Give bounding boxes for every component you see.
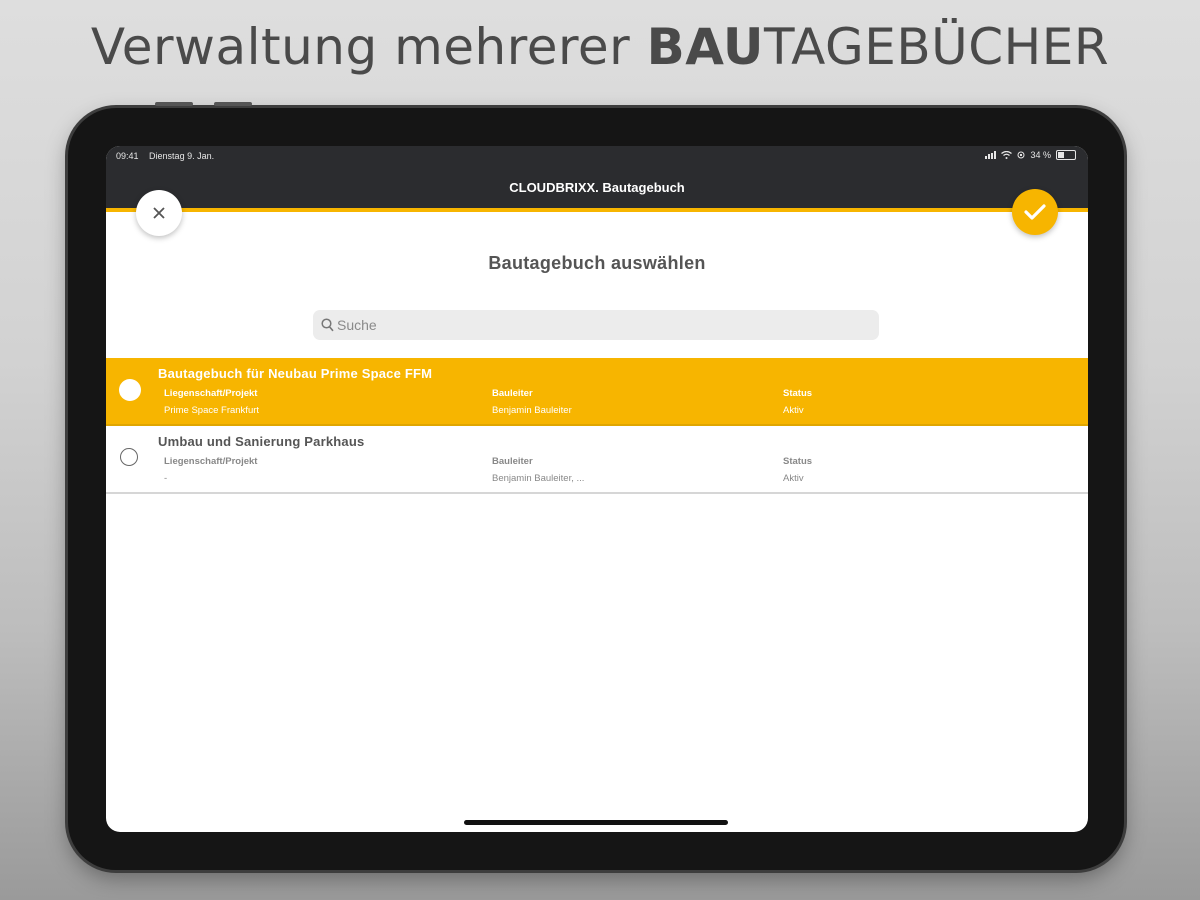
project-header: Liegenschaft/Projekt (164, 456, 258, 467)
search-input[interactable] (337, 310, 867, 340)
search-icon (321, 318, 334, 332)
status-date: Dienstag 9. Jan. (149, 151, 215, 161)
close-icon (153, 207, 165, 219)
close-button[interactable] (136, 190, 182, 236)
manager-value: Benjamin Bauleiter (492, 405, 572, 416)
project-column: Liegenschaft/Projekt Prime Space Frankfu… (164, 388, 259, 416)
status-value: Aktiv (783, 473, 804, 484)
diary-title: Umbau und Sanierung Parkhaus (158, 434, 365, 449)
wifi-icon (1001, 151, 1013, 159)
checkmark-icon (1024, 204, 1046, 220)
search-bar[interactable] (313, 310, 879, 340)
tablet-screen: 09:41 Dienstag 9. Jan. 34 % CLOUDBRIXX. … (106, 146, 1088, 832)
manager-column: Bauleiter Benjamin Bauleiter (492, 388, 572, 416)
confirm-button[interactable] (1012, 189, 1058, 235)
manager-header: Bauleiter (492, 388, 533, 399)
diary-title: Bautagebuch für Neubau Prime Space FFM (158, 366, 433, 381)
status-value: Aktiv (783, 405, 804, 416)
page-title: Bautagebuch auswählen (488, 253, 706, 273)
status-time: 09:41 (116, 151, 139, 161)
diary-row-prime-space[interactable]: Bautagebuch für Neubau Prime Space FFM L… (106, 358, 1088, 426)
project-value: - (164, 473, 168, 484)
status-bar: 09:41 Dienstag 9. Jan. 34 % (106, 146, 1088, 168)
radio-selected[interactable] (119, 379, 141, 401)
orientation-lock-icon (1017, 151, 1025, 159)
headline-rest: TAGEBÜCHER (764, 18, 1110, 76)
diary-list: Bautagebuch für Neubau Prime Space FFM L… (106, 358, 1088, 494)
project-column: Liegenschaft/Projekt - (164, 456, 257, 484)
navigation-bar: CLOUDBRIXX. Bautagebuch (106, 168, 1088, 212)
volume-button (214, 102, 252, 106)
battery-icon (1056, 150, 1076, 160)
status-column: Status Aktiv (783, 388, 812, 416)
status-column: Status Aktiv (783, 456, 812, 484)
manager-value: Benjamin Bauleiter, ... (492, 473, 585, 484)
headline-regular: Verwaltung mehrerer (90, 18, 647, 76)
app-title: CLOUDBRIXX. Bautagebuch (509, 180, 685, 195)
project-header: Liegenschaft/Projekt (164, 388, 258, 399)
power-button (155, 102, 193, 106)
manager-header: Bauleiter (492, 456, 533, 467)
manager-column: Bauleiter Benjamin Bauleiter, ... (492, 456, 584, 484)
project-value: Prime Space Frankfurt (164, 405, 260, 416)
headline-bold: BAU (646, 18, 765, 76)
radio-unselected[interactable] (120, 448, 138, 466)
status-header: Status (783, 388, 813, 399)
headline: Verwaltung mehrerer BAUTAGEBÜCHER (0, 18, 1200, 76)
diary-row-parkhaus[interactable]: Umbau und Sanierung Parkhaus Liegenschaf… (106, 426, 1088, 494)
battery-percent: 34 % (1030, 150, 1051, 160)
cellular-signal-icon (985, 151, 997, 159)
status-header: Status (783, 456, 813, 467)
home-indicator[interactable] (464, 820, 728, 825)
